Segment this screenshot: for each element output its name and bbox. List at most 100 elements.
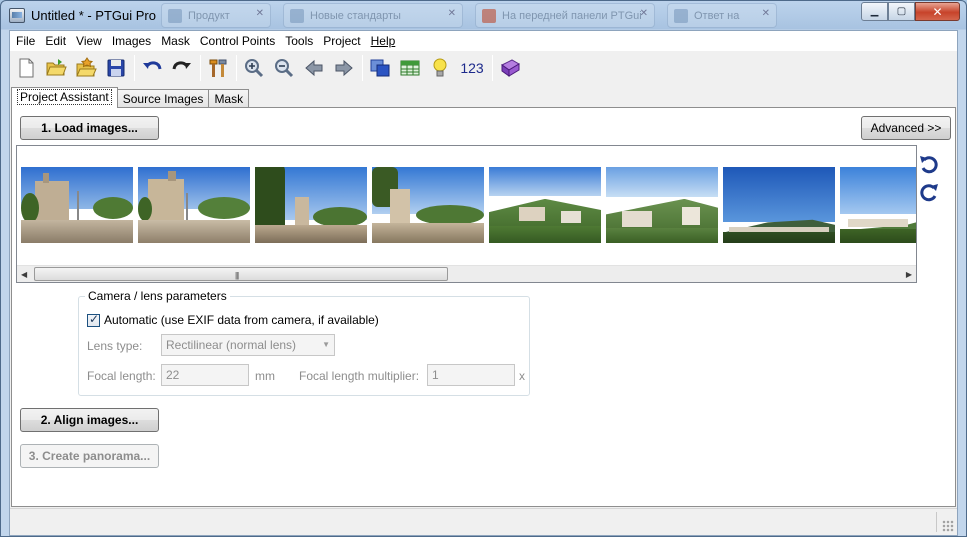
menu-file[interactable]: File (11, 31, 40, 51)
lens-type-value: Rectilinear (normal lens) (166, 338, 297, 352)
automatic-exif-checkbox[interactable] (87, 312, 100, 327)
toolbar-separator (236, 55, 237, 81)
close-icon: ✕ (639, 8, 648, 19)
help-book-icon (501, 59, 520, 77)
scrollbar-thumb[interactable]: ||| (34, 267, 448, 281)
arrow-right-icon (335, 59, 353, 77)
toolbar-separator (362, 55, 363, 81)
open-folder-icon (46, 59, 67, 76)
lens-type-select[interactable]: Rectilinear (normal lens) ▼ (161, 334, 335, 356)
zoom-in-button[interactable] (242, 55, 266, 81)
open-button[interactable] (44, 55, 68, 81)
thumbnail-image[interactable] (255, 167, 367, 243)
close-icon: ✕ (255, 8, 264, 19)
redo-button[interactable] (170, 55, 194, 81)
next-button[interactable] (332, 55, 356, 81)
toolbar-separator (200, 55, 201, 81)
thumbnail-image[interactable] (372, 167, 484, 243)
open-recent-button[interactable] (74, 55, 98, 81)
app-icon (482, 9, 496, 23)
window-title: Untitled * - PTGui Pro (31, 8, 156, 23)
panorama-editor-button[interactable] (368, 55, 392, 81)
background-taskbar-item: Продукт ✕ (161, 3, 271, 28)
image-thumbnail-strip[interactable]: ◀ ||| ▶ (16, 145, 917, 283)
toolbar-separator (134, 55, 135, 81)
project-assistant-panel: 1. Load images... Advanced >> ◀ ||| ▶ Ca… (11, 107, 956, 507)
undo-button[interactable] (140, 55, 164, 81)
numbers-button[interactable]: 123 (458, 55, 486, 81)
automatic-exif-label: Automatic (use EXIF data from camera, if… (104, 313, 379, 327)
thumbnail-image[interactable] (138, 167, 250, 243)
window-controls: ▁ ▢ ✕ (861, 2, 960, 21)
menu-mask[interactable]: Mask (156, 31, 195, 51)
redo-icon (172, 61, 191, 70)
status-divider (936, 512, 937, 532)
create-panorama-button[interactable]: 3. Create panorama... (20, 444, 159, 468)
help-button[interactable] (498, 55, 522, 81)
focal-length-multiplier-field[interactable]: 1 (427, 364, 515, 386)
menu-help[interactable]: Help (366, 31, 401, 51)
focal-length-field[interactable]: 22 (161, 364, 249, 386)
new-file-icon (19, 58, 34, 78)
arrow-left-icon (305, 59, 323, 77)
tab-source-images[interactable]: Source Images (116, 89, 210, 108)
table-icon (400, 60, 420, 76)
new-file-button[interactable] (14, 55, 38, 81)
tips-button[interactable] (428, 55, 452, 81)
menu-edit[interactable]: Edit (40, 31, 71, 51)
thumbnail-image[interactable] (606, 167, 718, 243)
tools-icon (209, 59, 227, 77)
menu-project[interactable]: Project (318, 31, 365, 51)
scroll-right-icon[interactable]: ▶ (906, 270, 912, 279)
tab-bar: Project Assistant Source Images Mask (11, 86, 250, 108)
open-recent-icon (76, 57, 97, 77)
thumbnail-image[interactable] (489, 167, 601, 243)
menu-view[interactable]: View (71, 31, 107, 51)
background-taskbar-item: Ответ на ✕ (667, 3, 777, 28)
save-button[interactable] (104, 55, 128, 81)
app-icon (290, 9, 304, 23)
minimize-button[interactable]: ▁ (861, 2, 888, 21)
rotate-right-icon[interactable] (919, 182, 939, 202)
focal-length-unit: mm (255, 369, 275, 383)
load-images-button[interactable]: 1. Load images... (20, 116, 159, 140)
zoom-in-icon (245, 59, 264, 78)
resize-grip-icon[interactable] (942, 520, 954, 532)
tools-button[interactable] (206, 55, 230, 81)
menu-tools[interactable]: Tools (280, 31, 318, 51)
client-area: File Edit View Images Mask Control Point… (9, 30, 958, 536)
app-icon (674, 9, 688, 23)
menu-images[interactable]: Images (107, 31, 156, 51)
save-icon (107, 59, 125, 77)
zoom-out-button[interactable] (272, 55, 296, 81)
thumbnail-scrollbar[interactable]: ◀ ||| ▶ (17, 265, 916, 282)
thumbnail-image[interactable] (840, 167, 916, 243)
app-icon (168, 9, 182, 23)
background-item-label: На передней панели PTGui (502, 10, 642, 22)
maximize-button[interactable]: ▢ (888, 2, 915, 21)
background-taskbar-item: Новые стандарты ✕ (283, 3, 463, 28)
control-points-table-button[interactable] (398, 55, 422, 81)
title-bar[interactable]: Untitled * - PTGui Pro Продукт ✕ Новые с… (1, 1, 966, 30)
tab-project-assistant[interactable]: Project Assistant (11, 87, 118, 108)
thumbnail-image[interactable] (723, 167, 835, 243)
focal-length-multiplier-label: Focal length multiplier: (299, 369, 420, 383)
grip-icon: ||| (235, 271, 239, 280)
align-images-button[interactable]: 2. Align images... (20, 408, 159, 432)
rotate-left-icon[interactable] (919, 154, 939, 174)
focal-length-label: Focal length: (87, 369, 156, 383)
close-button[interactable]: ✕ (915, 2, 960, 21)
toolbar: 123 (10, 51, 957, 85)
toolbar-separator (492, 55, 493, 81)
automatic-exif-checkbox-row[interactable]: Automatic (use EXIF data from camera, if… (87, 312, 379, 327)
app-icon (9, 8, 25, 23)
thumbnail-image[interactable] (21, 167, 133, 243)
tab-mask[interactable]: Mask (208, 89, 250, 108)
status-bar (10, 508, 957, 535)
close-icon: ✕ (761, 8, 770, 19)
menu-control-points[interactable]: Control Points (195, 31, 280, 51)
advanced-button[interactable]: Advanced >> (861, 116, 951, 140)
undo-icon (143, 61, 162, 70)
previous-button[interactable] (302, 55, 326, 81)
scroll-left-icon[interactable]: ◀ (21, 270, 27, 279)
